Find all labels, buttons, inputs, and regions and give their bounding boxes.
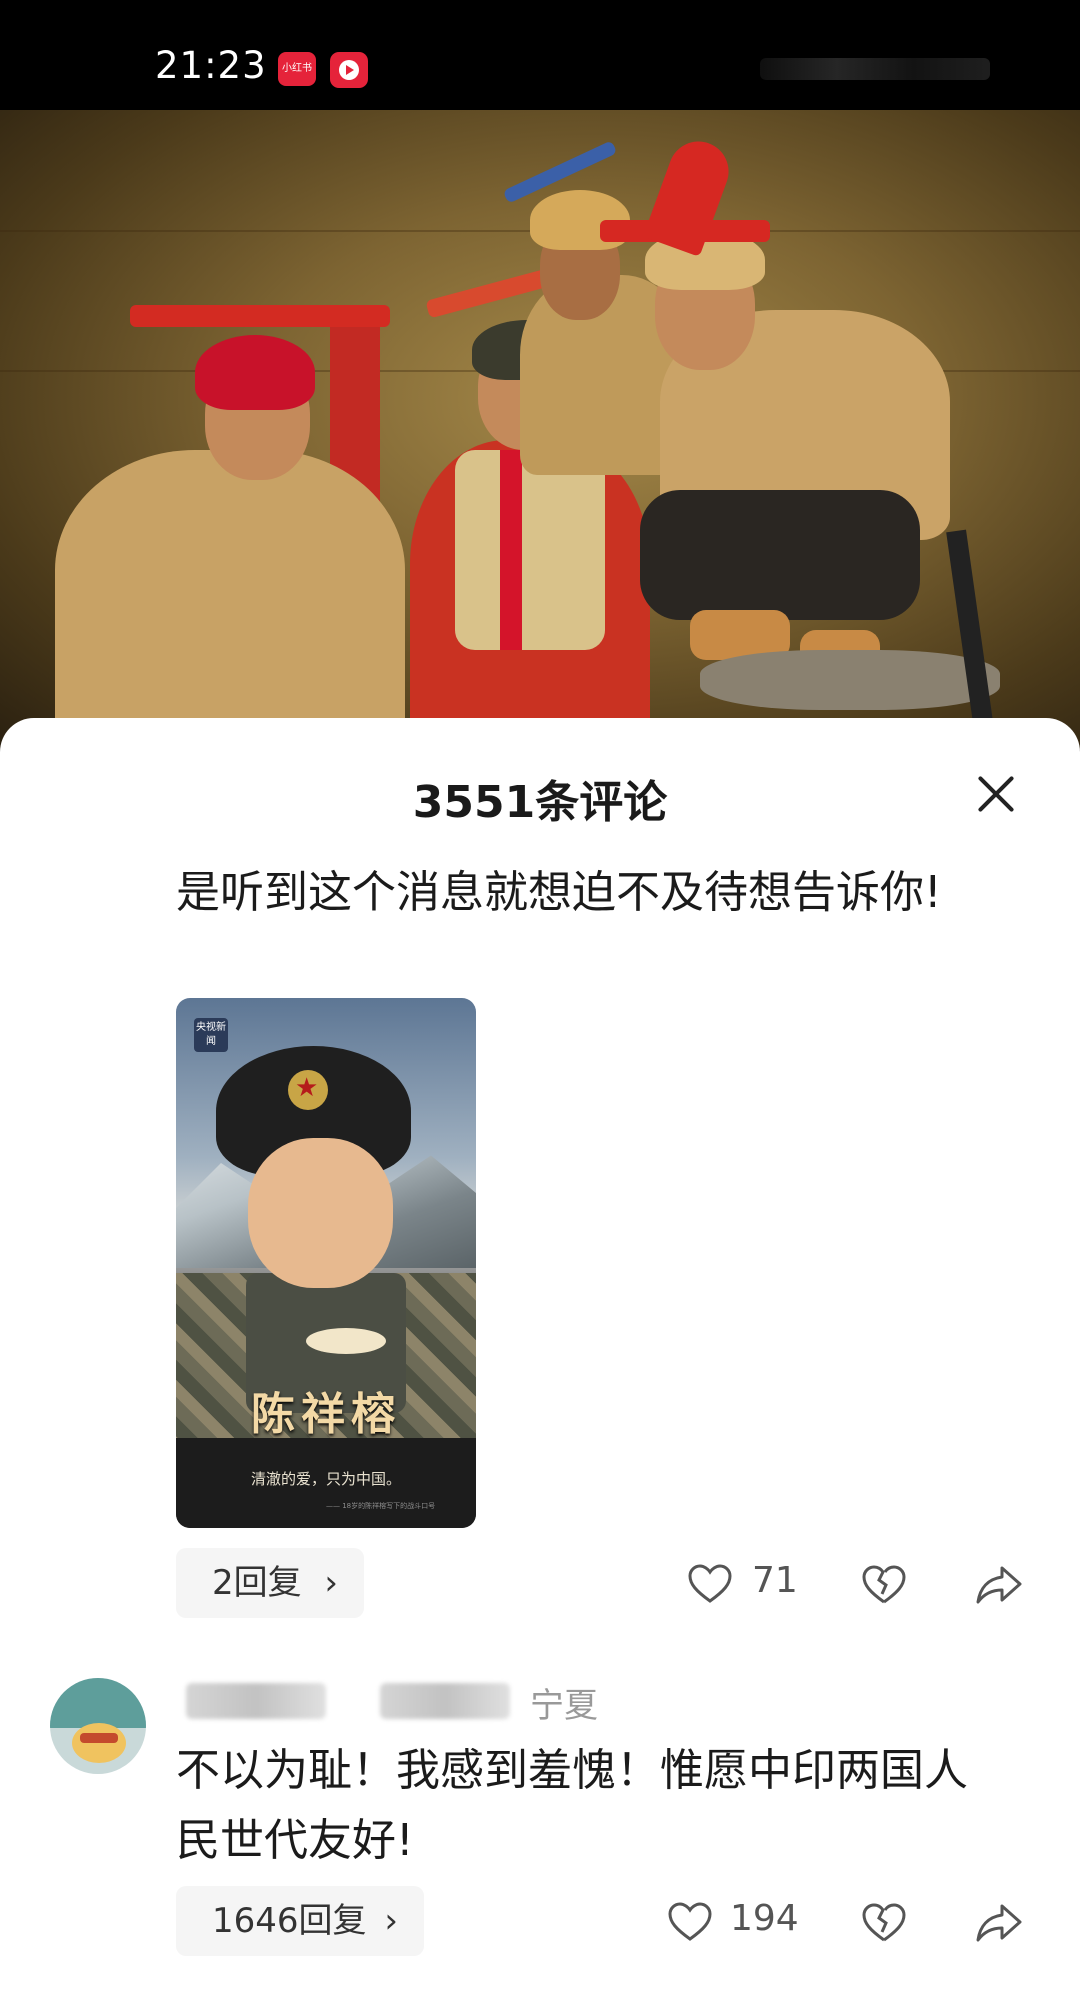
like-count: 194 [730, 1898, 799, 1939]
toy-plane-red-left [130, 305, 390, 327]
view-replies-button[interactable]: 1646回复 › [176, 1886, 424, 1956]
status-bar: 21:23 小红书 [0, 0, 1080, 110]
close-icon[interactable] [970, 768, 1022, 820]
comments-count-title: 3551条评论 [412, 777, 668, 828]
replies-label: 1646回复 [212, 1901, 367, 1941]
like-heart-icon[interactable] [668, 1902, 712, 1942]
share-icon[interactable] [976, 1902, 1022, 1944]
replies-label: 2回复 [212, 1563, 302, 1603]
comment-location: 宁夏 [530, 1686, 598, 1726]
star-badge-icon [288, 1070, 328, 1110]
like-heart-icon[interactable] [688, 1564, 732, 1604]
status-time: 21:23 [155, 44, 267, 87]
chevron-right-icon: › [384, 1901, 398, 1941]
video-player[interactable] [0, 110, 1080, 750]
dislike-broken-heart-icon[interactable] [862, 1902, 906, 1944]
comment-text: 不以为耻！我感到羞愧！惟愿中印两国人民世代友好! [176, 1745, 968, 1866]
comments-sheet: 3551条评论 是听到这个消息就想迫不及待想告诉你! 央视新闻 陈祥榕 清澈的爱… [0, 718, 1080, 2003]
status-icons-blurred [760, 58, 990, 80]
video-app-icon [330, 52, 368, 88]
cctv-news-badge: 央视新闻 [194, 1018, 228, 1052]
comment-image-attachment[interactable]: 央视新闻 陈祥榕 清澈的爱，只为中国。 —— 18岁的陈祥榕写下的战斗口号 [176, 998, 476, 1528]
image-slogan: 清澈的爱，只为中国。 [250, 1470, 401, 1488]
like-count: 71 [752, 1560, 798, 1601]
comment-text: 是听到这个消息就想迫不及待想告诉你! [176, 867, 942, 918]
dislike-broken-heart-icon[interactable] [862, 1564, 906, 1606]
image-fine-print: —— 18岁的陈祥榕写下的战斗口号 [326, 1502, 436, 1510]
image-caption-name: 陈祥榕 [251, 1389, 401, 1440]
user-meta-blurred [380, 1683, 510, 1719]
view-replies-button[interactable]: 2回复 › [176, 1548, 364, 1618]
share-icon[interactable] [976, 1564, 1022, 1606]
chevron-right-icon: › [324, 1563, 338, 1603]
username-blurred[interactable] [186, 1683, 326, 1719]
avatar[interactable] [50, 1678, 146, 1774]
xiaohongshu-app-icon: 小红书 [278, 52, 316, 86]
person-left [55, 450, 405, 750]
